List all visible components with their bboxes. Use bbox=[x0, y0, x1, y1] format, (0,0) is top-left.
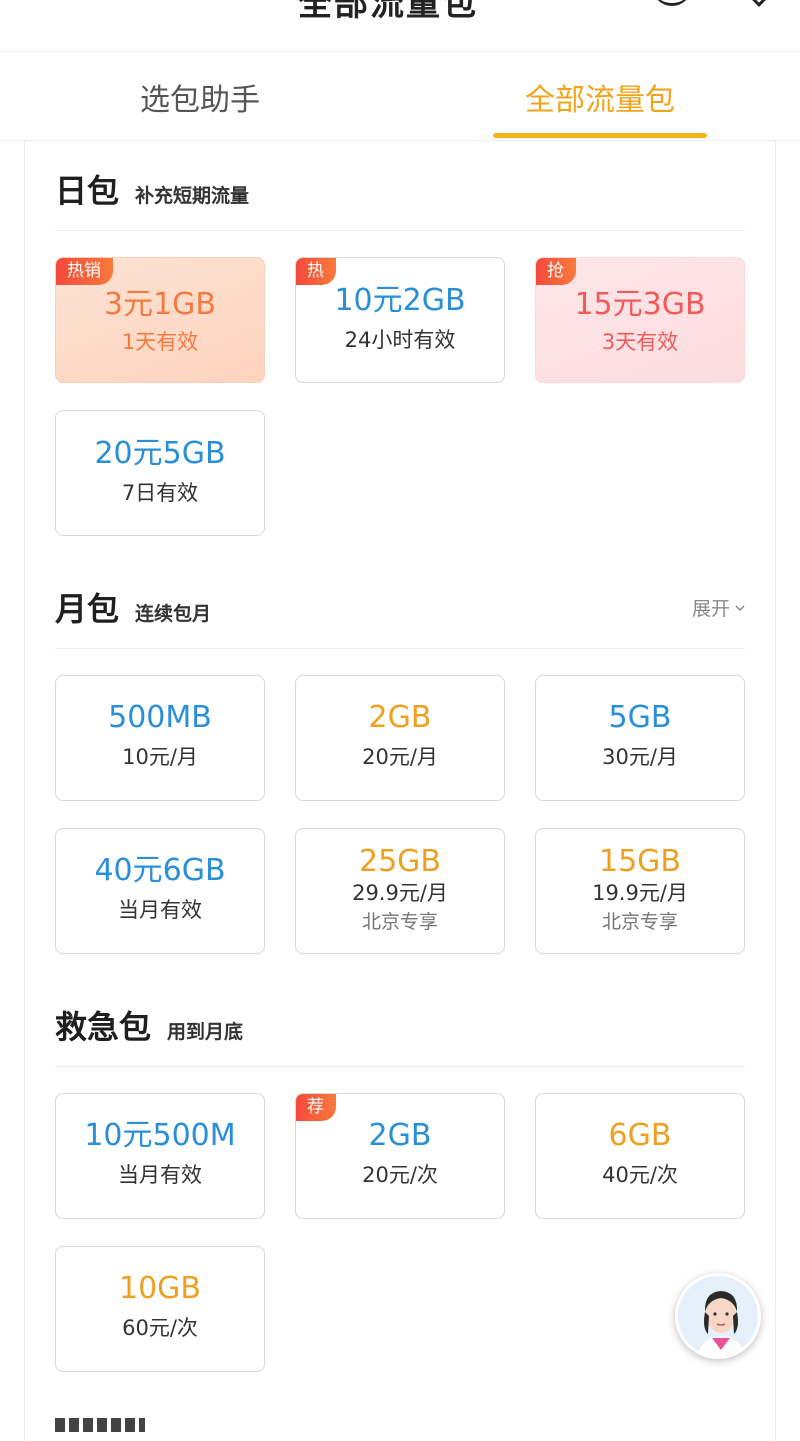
next-section-clipped bbox=[55, 1412, 435, 1432]
package-card[interactable]: 40元6GB 当月有效 bbox=[55, 828, 265, 954]
package-card[interactable]: 抢 15元3GB 3天有效 bbox=[535, 257, 745, 383]
package-card[interactable]: 10GB 60元/次 bbox=[55, 1246, 265, 1372]
package-validity: 7日有效 bbox=[121, 481, 199, 505]
assistant-avatar[interactable] bbox=[675, 1273, 761, 1359]
tab-all-packages[interactable]: 全部流量包 bbox=[400, 53, 800, 141]
package-card[interactable]: 2GB 20元/月 bbox=[295, 675, 505, 801]
recommend-badge: 荐 bbox=[296, 1094, 336, 1121]
package-price: 19.9元/月 bbox=[592, 881, 688, 905]
package-card[interactable]: 20元5GB 7日有效 bbox=[55, 410, 265, 536]
package-validity: 当月有效 bbox=[118, 898, 202, 922]
package-card[interactable]: 荐 2GB 20元/次 bbox=[295, 1093, 505, 1219]
tab-bar: 选包助手 全部流量包 bbox=[0, 53, 800, 141]
package-main: 25GB bbox=[358, 844, 441, 879]
divider bbox=[55, 230, 745, 231]
section-header-monthly: 月包 连续包月 bbox=[55, 584, 211, 630]
expand-label: 展开 bbox=[691, 598, 730, 620]
package-validity: 1天有效 bbox=[121, 330, 199, 354]
region-note: 北京专享 bbox=[361, 911, 438, 933]
package-main: 6GB bbox=[608, 1118, 672, 1153]
section-title: 日包 bbox=[55, 172, 120, 210]
divider bbox=[55, 648, 745, 649]
package-price: 60元/次 bbox=[122, 1316, 198, 1340]
package-main: 10GB bbox=[118, 1271, 201, 1306]
package-main: 2GB bbox=[368, 1118, 432, 1153]
hot-badge: 热销 bbox=[56, 258, 113, 285]
package-card[interactable]: 15GB 19.9元/月 北京专享 bbox=[535, 828, 745, 954]
package-price: 29.9元/月 bbox=[352, 881, 448, 905]
grab-badge: 抢 bbox=[536, 258, 576, 285]
section-title: 救急包 bbox=[55, 1008, 152, 1046]
package-main: 15GB bbox=[598, 844, 681, 879]
package-validity: 当月有效 bbox=[118, 1163, 202, 1187]
package-card[interactable]: 500MB 10元/月 bbox=[55, 675, 265, 801]
more-icon[interactable] bbox=[749, 0, 769, 7]
top-header: 全部流量包 bbox=[0, 0, 800, 52]
package-price: 10元/月 bbox=[122, 745, 198, 769]
package-card[interactable]: 6GB 40元/次 bbox=[535, 1093, 745, 1219]
package-main: 2GB bbox=[368, 700, 432, 735]
package-main: 15元3GB bbox=[574, 287, 706, 322]
hot-badge: 热 bbox=[296, 258, 336, 285]
package-card[interactable]: 5GB 30元/月 bbox=[535, 675, 745, 801]
header-icon-clipped[interactable] bbox=[652, 0, 692, 6]
header-title-clipped: 全部流量包 bbox=[298, 0, 478, 24]
package-main: 40元6GB bbox=[94, 853, 226, 888]
section-title: 月包 bbox=[55, 590, 120, 628]
tab-package-assistant[interactable]: 选包助手 bbox=[0, 53, 400, 141]
package-card[interactable]: 热销 3元1GB 1天有效 bbox=[55, 257, 265, 383]
package-card[interactable]: 热 10元2GB 24小时有效 bbox=[295, 257, 505, 383]
divider bbox=[55, 1066, 745, 1067]
package-price: 20元/次 bbox=[362, 1163, 438, 1187]
package-main: 500MB bbox=[108, 700, 212, 735]
package-validity: 24小时有效 bbox=[344, 328, 456, 352]
section-subtitle: 用到月底 bbox=[167, 1021, 244, 1043]
active-tab-indicator bbox=[493, 133, 707, 138]
package-validity: 3天有效 bbox=[601, 330, 679, 354]
package-main: 20元5GB bbox=[94, 436, 226, 471]
package-price: 20元/月 bbox=[362, 745, 438, 769]
package-main: 10元500M bbox=[84, 1118, 236, 1153]
package-price: 40元/次 bbox=[602, 1163, 678, 1187]
package-main: 5GB bbox=[608, 700, 672, 735]
section-subtitle: 补充短期流量 bbox=[135, 185, 250, 207]
expand-button[interactable]: 展开 bbox=[692, 594, 746, 621]
package-price: 30元/月 bbox=[602, 745, 678, 769]
chevron-down-icon bbox=[735, 604, 745, 611]
package-card[interactable]: 10元500M 当月有效 bbox=[55, 1093, 265, 1219]
section-header-daily: 日包 补充短期流量 bbox=[55, 166, 249, 212]
package-main: 3元1GB bbox=[103, 287, 216, 322]
section-header-emergency: 救急包 用到月底 bbox=[55, 1002, 243, 1048]
package-card[interactable]: 25GB 29.9元/月 北京专享 bbox=[295, 828, 505, 954]
section-subtitle: 连续包月 bbox=[135, 603, 212, 625]
package-main: 10元2GB bbox=[334, 283, 466, 318]
region-note: 北京专享 bbox=[601, 911, 678, 933]
